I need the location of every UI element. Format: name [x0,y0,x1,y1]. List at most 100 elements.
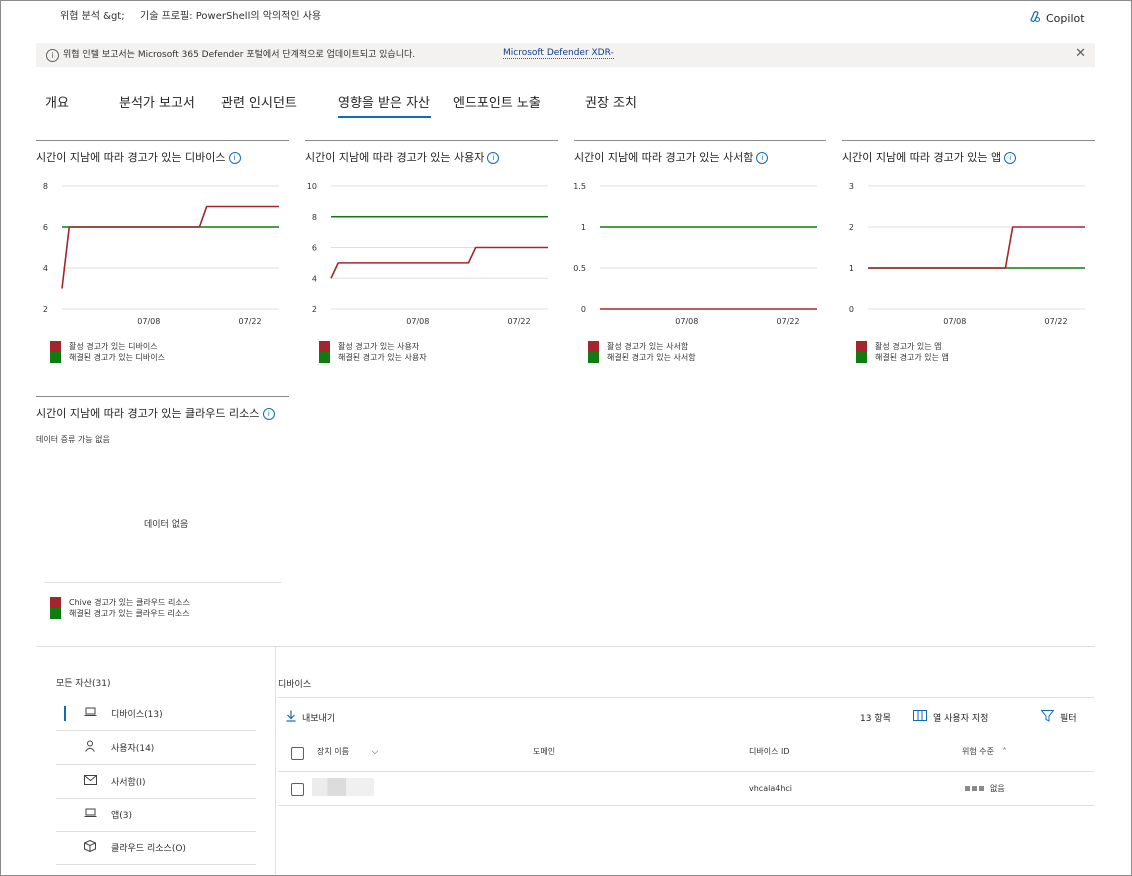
legend-label: 해결된 경고가 있는 앱 [875,353,949,362]
column-header-risk-level[interactable]: 위험 수준 ˄ [962,746,1007,757]
chevron-down-icon[interactable]: ⌵ [372,747,379,757]
table-row[interactable]: vhcala4hci 없음 [278,772,1094,805]
legend-swatch [856,341,867,352]
x-tick-label: 07/08 [675,317,698,326]
select-all-checkbox[interactable] [291,747,304,760]
customize-columns-label: 열 사용자 지정 [933,713,989,724]
column-header-device-id[interactable]: 디바이스 ID [749,746,790,757]
customize-columns-button[interactable]: 열 사용자 지정 [913,710,988,724]
legend-swatch [50,352,61,363]
copilot-button[interactable]: Copilot [1028,10,1085,26]
legend-item: 해결된 경고가 있는 클라우드 리소스 [50,608,190,619]
chart-legend: 활성 경고가 있는 앱 해결된 경고가 있는 앱 [856,341,949,363]
legend-swatch [319,341,330,352]
y-tick-label: 0 [849,305,854,314]
y-tick-label: 2 [43,305,48,314]
tab-endpoint-exposure[interactable]: 엔드포인트 노출 [453,92,541,111]
chart-card-apps: 시간이 지남에 따라 경고가 있는 앱 i 3 2 1 0 07/08 07/22 활성 경고가… [842,140,1095,371]
section-divider [36,646,1095,647]
chart-title: 시간이 지남에 따라 경고가 있는 디바이스 i [36,149,241,165]
x-tick-label: 07/08 [406,317,429,326]
y-tick-label: 2 [849,223,854,232]
legend-item: 해결된 경고가 있는 앱 [856,352,949,363]
help-icon[interactable]: i [756,152,769,164]
help-icon[interactable]: i [487,152,500,164]
legend-label: 해결된 경고가 있는 클라우드 리소스 [69,609,190,618]
x-tick-label: 07/22 [508,317,531,326]
legend-swatch [50,597,61,608]
column-header-device-name[interactable]: 장치 이름 ⌵ [317,746,378,757]
nav-item-apps[interactable]: 앱(3) [56,798,256,832]
active-tab-indicator [338,116,431,118]
series-line [868,226,1085,269]
tab-recommended-actions[interactable]: 권장 조치 [585,92,637,111]
y-tick-label: 8 [43,182,48,191]
y-tick-label: 0 [581,305,586,314]
tab-impacted-assets[interactable]: 영향을 받은 자산 [338,92,430,111]
redacted-device-name [312,778,374,796]
tab-analyst-report[interactable]: 분석가 보고서 [119,92,195,111]
filter-icon [1040,710,1055,725]
legend-label: 해결된 경고가 있는 디바이스 [69,353,165,362]
legend-item: 활성 경고가 있는 디바이스 [50,341,165,352]
cube-icon [83,839,97,855]
legend-item: 해결된 경고가 있는 사서함 [588,352,696,363]
cloud-chart-legend: Chive 경고가 있는 클라우드 리소스 해결된 경고가 있는 클라우드 리소… [50,597,190,619]
copilot-label: Copilot [1046,11,1085,25]
y-tick-label: 6 [43,223,48,232]
tab-related-incidents[interactable]: 관련 인시던트 [221,92,297,111]
help-icon[interactable]: i [228,152,241,164]
nav-item-cloud-resources[interactable]: 클라우드 리소스(O) [56,831,256,865]
row-checkbox[interactable] [291,783,304,796]
y-tick-label: 1 [581,223,586,232]
chart-title: 시간이 지남에 따라 경고가 있는 앱i [842,149,1017,165]
y-tick-label: 1 [849,264,854,273]
chart-title: 시간이 지남에 따라 경고가 있는 사용자 i [305,149,500,165]
x-tick-label: 07/22 [1045,317,1068,326]
filter-label: 필터 [1060,714,1077,724]
nav-item-label: 사서함(I) [111,778,146,788]
legend-swatch [319,352,330,363]
legend-item: 활성 경고가 있는 앱 [856,341,949,352]
filter-button[interactable]: 필터 [1040,710,1077,725]
risk-level-bars-icon [965,786,984,791]
x-tick-label: 07/08 [137,317,160,326]
columns-icon [913,710,927,724]
tab-overview[interactable]: 개요 [45,92,69,111]
chart-legend: 활성 경고가 있는 사서함 해결된 경고가 있는 사서함 [588,341,696,363]
laptop-icon [83,707,97,720]
sort-ascending-icon: ˄ [1002,747,1007,756]
nav-item-users[interactable]: 사용자(14) [56,731,256,765]
legend-swatch [50,341,61,352]
nav-item-label: 앱(3) [111,811,133,821]
person-icon [83,740,97,755]
banner-text: 위협 인텔 보고서는 Microsoft 365 Defender 포털에서 단… [63,50,416,60]
chart-card-cloud-resources: 시간이 지남에 따라 경고가 있는 클라우드 리소스 i 데이터 증류 가능 없… [36,396,289,627]
legend-swatch [588,352,599,363]
row-device-id: vhcala4hci [749,784,793,793]
line-chart: 8 6 4 2 07/08 07/22 [43,182,279,326]
laptop-icon [83,808,97,821]
chart-card-mailboxes: 시간이 지남에 따라 경고가 있는 사서함 i 1.5 1 0.5 0 07/08 07/22… [573,140,826,371]
y-tick-label: 2 [312,305,317,314]
legend-label: 해결된 경고가 있는 사용자 [338,353,427,362]
export-button[interactable]: 내보내기 [286,710,335,725]
breadcrumb-parent[interactable]: 위협 분석 &gt; [60,7,125,22]
help-icon[interactable]: i [1004,152,1017,164]
y-tick-label: 0.5 [573,264,586,273]
legend-item: 활성 경고가 있는 사서함 [588,341,696,352]
help-icon[interactable]: i [262,408,275,420]
nav-item-devices[interactable]: 디바이스(13) [56,697,256,731]
y-tick-label: 4 [312,274,317,283]
column-header-domain[interactable]: 도메인 [533,746,555,757]
close-icon[interactable]: ✕ [1075,46,1086,61]
y-tick-label: 3 [849,182,854,191]
nav-item-mailboxes[interactable]: 사서함(I) [56,765,256,799]
x-tick-label: 07/22 [777,317,800,326]
nav-item-label: 클라우드 리소스(O) [111,844,186,854]
series-line [61,205,279,289]
y-tick-label: 8 [312,213,317,222]
line-chart: 10 8 6 4 2 07/08 07/22 [307,182,548,326]
banner-link[interactable]: Microsoft Defender XDR- [503,48,614,59]
chart-title-text: 시간이 지남에 따라 경고가 있는 사서함 [574,151,754,164]
